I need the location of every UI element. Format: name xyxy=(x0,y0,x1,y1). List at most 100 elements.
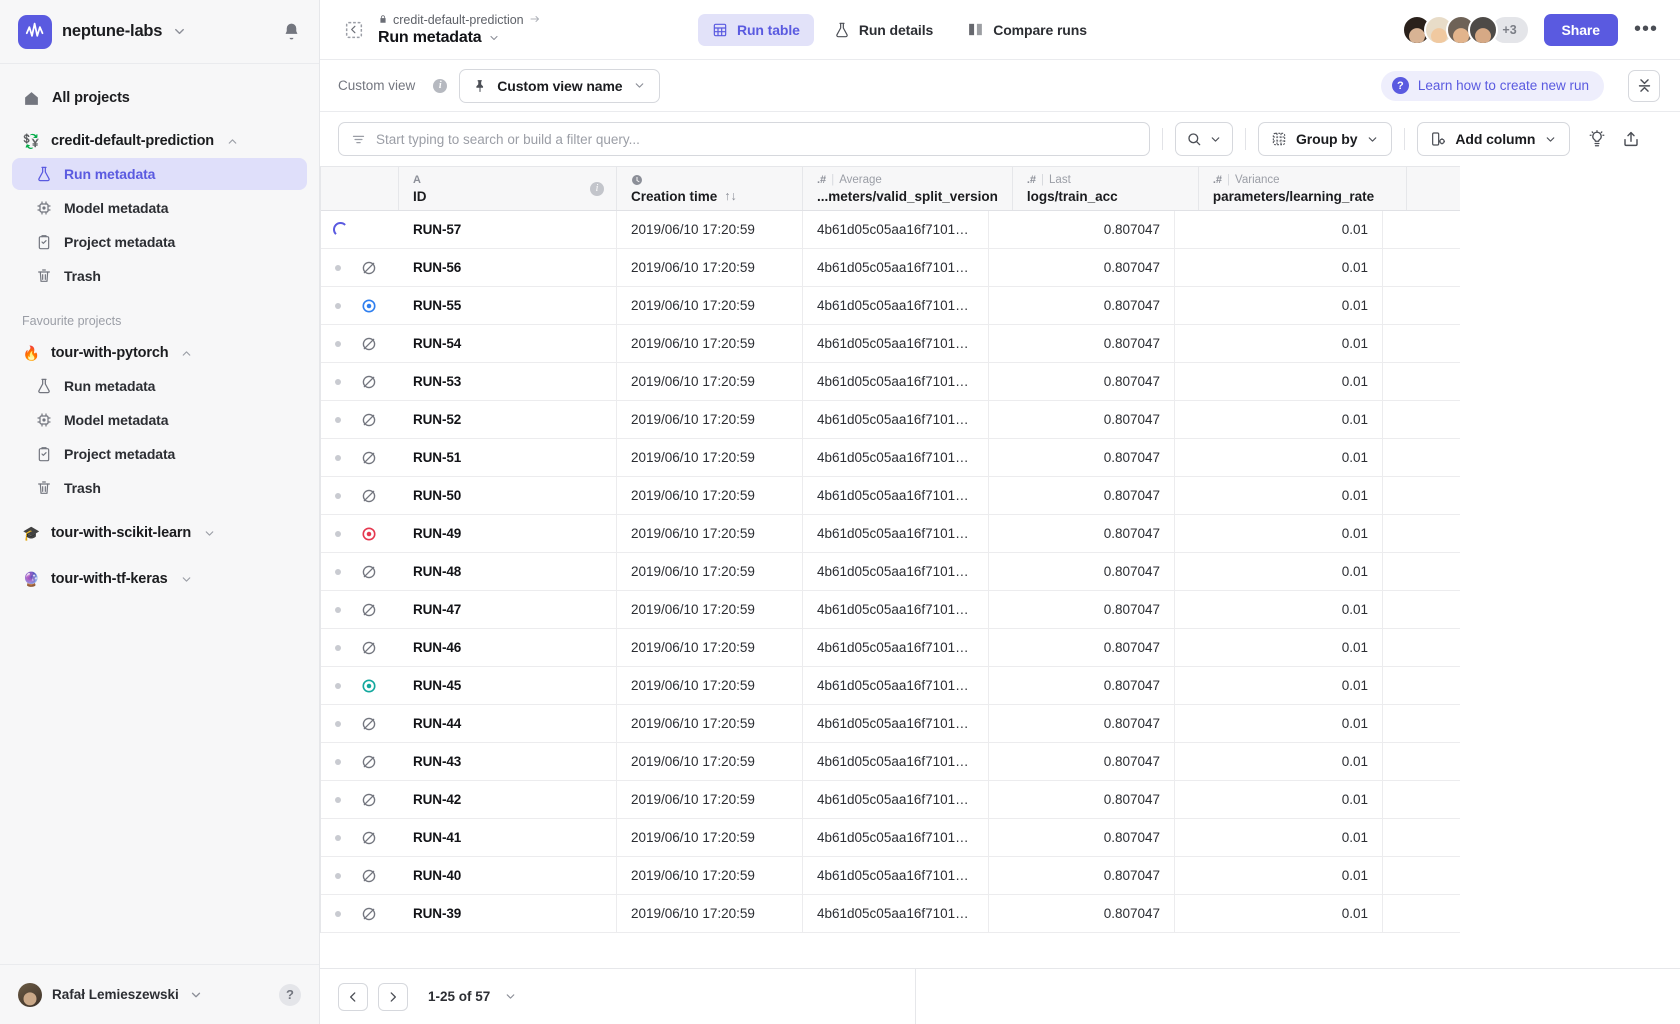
chevron-down-icon[interactable] xyxy=(189,988,203,1002)
chevron-up-icon[interactable] xyxy=(180,347,193,360)
row-marker-dot[interactable] xyxy=(335,530,341,537)
chevron-down-icon[interactable] xyxy=(488,32,500,44)
chevron-down-icon[interactable] xyxy=(1366,133,1379,146)
run-hidden-icon[interactable] xyxy=(361,488,377,504)
chevron-down-icon[interactable] xyxy=(180,573,193,586)
breadcrumb-top[interactable]: credit-default-prediction xyxy=(378,13,541,28)
row-state-cell[interactable] xyxy=(321,705,399,742)
chevron-down-icon[interactable] xyxy=(633,79,646,92)
run-visible-icon[interactable] xyxy=(361,298,377,314)
column-header-id[interactable]: A ID i xyxy=(399,167,617,210)
cell-id[interactable]: RUN-55 xyxy=(399,287,617,324)
table-row[interactable]: RUN-43 2019/06/10 17:20:59 4b61d05c05aa16f… xyxy=(321,743,1460,781)
table-row[interactable]: RUN-44 2019/06/10 17:20:59 4b61d05c05aa16f… xyxy=(321,705,1460,743)
search-input[interactable] xyxy=(376,131,1137,147)
run-hidden-icon[interactable] xyxy=(361,374,377,390)
chevron-down-icon[interactable] xyxy=(203,527,216,540)
info-icon[interactable]: i xyxy=(433,78,448,93)
tab-run-table[interactable]: Run table xyxy=(697,13,814,46)
sidebar-item-pytorch-run-metadata[interactable]: Run metadata xyxy=(12,370,307,402)
search-scope-button[interactable] xyxy=(1175,122,1233,156)
row-state-cell[interactable] xyxy=(321,477,399,514)
run-hidden-icon[interactable] xyxy=(361,260,377,276)
share-button[interactable]: Share xyxy=(1543,13,1618,46)
sidebar-item-pytorch-trash[interactable]: Trash xyxy=(12,472,307,504)
row-state-cell[interactable] xyxy=(321,249,399,286)
run-hidden-icon[interactable] xyxy=(361,716,377,732)
table-row[interactable]: RUN-48 2019/06/10 17:20:59 4b61d05c05aa16f… xyxy=(321,553,1460,591)
cell-id[interactable]: RUN-45 xyxy=(399,667,617,704)
cell-id[interactable]: RUN-50 xyxy=(399,477,617,514)
search-field[interactable] xyxy=(338,122,1150,156)
run-hidden-icon[interactable] xyxy=(361,640,377,656)
row-state-cell[interactable] xyxy=(321,629,399,666)
chevron-down-icon[interactable] xyxy=(1544,133,1557,146)
row-state-cell[interactable] xyxy=(321,287,399,324)
table-row[interactable]: RUN-51 2019/06/10 17:20:59 4b61d05c05aa16f… xyxy=(321,439,1460,477)
custom-view-select[interactable]: Custom view name xyxy=(459,68,660,103)
sidebar-item-all-projects[interactable]: All projects xyxy=(12,82,307,114)
cell-id[interactable]: RUN-48 xyxy=(399,553,617,590)
help-icon[interactable]: ? xyxy=(279,983,301,1006)
run-hidden-icon[interactable] xyxy=(361,450,377,466)
row-marker-dot[interactable] xyxy=(335,796,341,803)
table-row[interactable]: RUN-50 2019/06/10 17:20:59 4b61d05c05aa16f… xyxy=(321,477,1460,515)
chevron-down-icon[interactable] xyxy=(1209,133,1222,146)
row-marker-dot[interactable] xyxy=(335,644,341,651)
row-marker-dot[interactable] xyxy=(335,378,341,385)
row-state-cell[interactable] xyxy=(321,895,399,932)
row-marker-dot[interactable] xyxy=(335,568,341,575)
run-hidden-icon[interactable] xyxy=(361,868,377,884)
row-marker-dot[interactable] xyxy=(335,910,341,917)
cell-id[interactable]: RUN-44 xyxy=(399,705,617,742)
table-row[interactable]: RUN-55 2019/06/10 17:20:59 4b61d05c05aa16f… xyxy=(321,287,1460,325)
row-marker-dot[interactable] xyxy=(335,302,341,309)
cell-id[interactable]: RUN-43 xyxy=(399,743,617,780)
row-state-cell[interactable] xyxy=(321,667,399,704)
cell-id[interactable]: RUN-46 xyxy=(399,629,617,666)
cell-id[interactable]: RUN-42 xyxy=(399,781,617,818)
avatar[interactable] xyxy=(18,982,42,1007)
run-hidden-icon[interactable] xyxy=(361,602,377,618)
collapse-rows-icon[interactable] xyxy=(1628,69,1660,102)
row-marker-dot[interactable] xyxy=(335,264,341,271)
sidebar-item-trash[interactable]: Trash xyxy=(12,260,307,292)
cell-id[interactable]: RUN-47 xyxy=(399,591,617,628)
row-state-cell[interactable] xyxy=(321,591,399,628)
row-marker-dot[interactable] xyxy=(335,758,341,765)
run-hidden-icon[interactable] xyxy=(361,564,377,580)
more-horizontal-icon[interactable]: ••• xyxy=(1632,18,1660,41)
column-header-learning-rate[interactable]: .# | Variance parameters/learning_rate xyxy=(1199,167,1407,210)
row-state-cell[interactable] xyxy=(321,363,399,400)
row-state-cell[interactable] xyxy=(321,515,399,552)
row-marker-dot[interactable] xyxy=(335,606,341,613)
run-hidden-icon[interactable] xyxy=(361,412,377,428)
table-row[interactable]: RUN-57 2019/06/10 17:20:59 4b61d05c05aa16f… xyxy=(321,211,1460,249)
project-header-credit-default-prediction[interactable]: 💱 credit-default-prediction xyxy=(12,126,307,156)
cell-id[interactable]: RUN-53 xyxy=(399,363,617,400)
table-row[interactable]: RUN-45 2019/06/10 17:20:59 4b61d05c05aa16f… xyxy=(321,667,1460,705)
cell-id[interactable]: RUN-57 xyxy=(399,211,617,248)
row-state-cell[interactable] xyxy=(321,439,399,476)
tab-run-details[interactable]: Run details xyxy=(820,14,947,46)
learn-how-to-create-run-link[interactable]: ? Learn how to create new run xyxy=(1380,70,1604,101)
column-header-creation-time[interactable]: Creation time ↑↓ xyxy=(617,167,803,210)
cell-id[interactable]: RUN-39 xyxy=(399,895,617,932)
pagination-next-button[interactable] xyxy=(378,982,408,1011)
row-state-cell[interactable] xyxy=(321,553,399,590)
collaborator-avatars[interactable]: +3 xyxy=(1401,14,1530,45)
cell-id[interactable]: RUN-54 xyxy=(399,325,617,362)
run-hidden-icon[interactable] xyxy=(361,906,377,922)
table-row[interactable]: RUN-46 2019/06/10 17:20:59 4b61d05c05aa16f… xyxy=(321,629,1460,667)
row-state-cell[interactable] xyxy=(321,401,399,438)
breadcrumb-main[interactable]: Run metadata xyxy=(378,29,541,47)
cell-id[interactable]: RUN-40 xyxy=(399,857,617,894)
row-marker-dot[interactable] xyxy=(335,492,341,499)
run-hidden-icon[interactable] xyxy=(361,336,377,352)
table-row[interactable]: RUN-54 2019/06/10 17:20:59 4b61d05c05aa16f… xyxy=(321,325,1460,363)
row-marker-dot[interactable] xyxy=(335,834,341,841)
table-row[interactable]: RUN-42 2019/06/10 17:20:59 4b61d05c05aa16f… xyxy=(321,781,1460,819)
table-row[interactable]: RUN-52 2019/06/10 17:20:59 4b61d05c05aa16f… xyxy=(321,401,1460,439)
run-hidden-icon[interactable] xyxy=(361,754,377,770)
row-state-cell[interactable] xyxy=(321,819,399,856)
